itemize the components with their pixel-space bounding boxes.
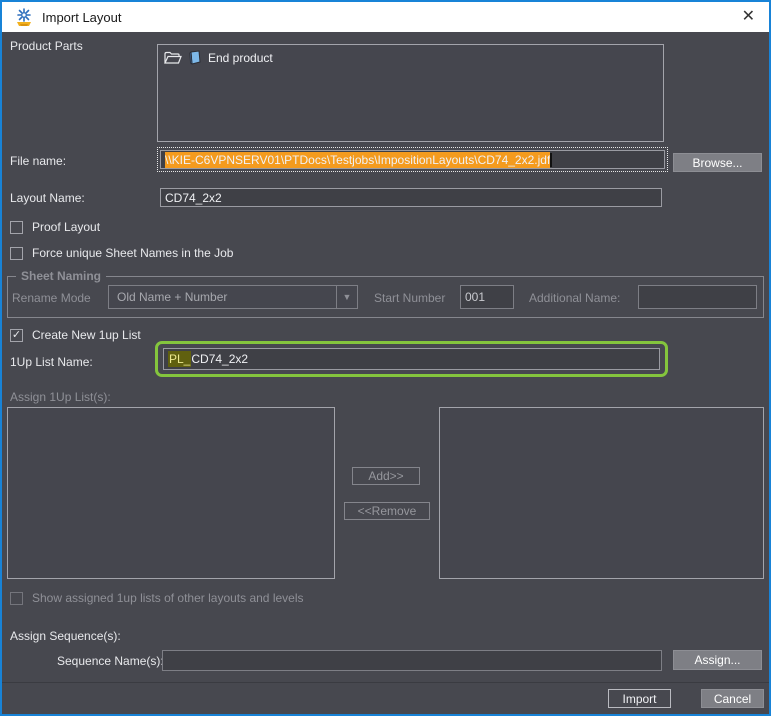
product-parts-label: Product Parts xyxy=(10,39,83,53)
assign-button[interactable]: Assign... xyxy=(673,650,762,670)
layout-name-value: CD74_2x2 xyxy=(165,191,222,205)
assigned-1up-listbox[interactable] xyxy=(439,407,764,579)
chevron-down-icon: ▼ xyxy=(336,286,357,308)
checkbox-box xyxy=(10,221,23,234)
start-number-label: Start Number xyxy=(374,291,445,305)
sequence-names-label: Sequence Name(s): xyxy=(57,654,164,668)
checkbox-box-checked: ✓ xyxy=(10,329,23,342)
close-icon[interactable]: ✕ xyxy=(742,6,755,28)
force-unique-label: Force unique Sheet Names in the Job xyxy=(32,246,233,260)
show-assigned-checkbox[interactable]: Show assigned 1up lists of other layouts… xyxy=(10,591,304,605)
create-new-1up-checkbox[interactable]: ✓ Create New 1up List xyxy=(10,328,141,342)
file-path-selected-text: \\KIE-C6VPNSERV01\PTDocs\Testjobs\Imposi… xyxy=(165,152,550,168)
product-book-icon xyxy=(188,50,202,66)
start-number-input[interactable]: 001 xyxy=(460,285,514,309)
sheet-naming-legend: Sheet Naming xyxy=(16,269,106,283)
layout-name-label: Layout Name: xyxy=(10,191,85,205)
browse-button-label: Browse... xyxy=(692,156,742,170)
checkbox-box xyxy=(10,247,23,260)
folder-open-icon xyxy=(164,51,182,65)
checkbox-box xyxy=(10,592,23,605)
rename-mode-label: Rename Mode xyxy=(12,291,91,305)
1up-name-rest: CD74_2x2 xyxy=(191,352,248,366)
1up-list-name-input[interactable]: PL_CD74_2x2 xyxy=(163,348,660,370)
available-1up-listbox[interactable] xyxy=(7,407,335,579)
proof-layout-checkbox[interactable]: Proof Layout xyxy=(10,220,100,234)
import-layout-dialog: Import Layout ✕ Product Parts End produc… xyxy=(0,0,771,716)
product-parts-list[interactable]: End product xyxy=(157,44,664,142)
titlebar: Import Layout ✕ xyxy=(2,2,769,32)
assign-sequences-label: Assign Sequence(s): xyxy=(10,629,121,643)
footer-divider xyxy=(2,682,769,683)
sequence-names-input[interactable] xyxy=(162,650,662,671)
create-new-1up-label: Create New 1up List xyxy=(32,328,141,342)
add-button[interactable]: Add>> xyxy=(352,467,420,485)
window-title: Import Layout xyxy=(42,10,122,25)
list-item[interactable]: End product xyxy=(158,45,663,71)
add-button-label: Add>> xyxy=(368,469,403,483)
import-button-label: Import xyxy=(622,692,656,706)
part-item-label: End product xyxy=(208,51,273,65)
file-name-input[interactable]: \\KIE-C6VPNSERV01\PTDocs\Testjobs\Imposi… xyxy=(160,150,665,169)
1up-name-selected-prefix: PL_ xyxy=(168,351,191,367)
start-number-value: 001 xyxy=(465,290,485,304)
proof-layout-label: Proof Layout xyxy=(32,220,100,234)
show-assigned-label: Show assigned 1up lists of other layouts… xyxy=(32,591,304,605)
layout-name-input[interactable]: CD74_2x2 xyxy=(160,188,662,207)
cancel-button[interactable]: Cancel xyxy=(701,689,764,708)
app-icon xyxy=(14,7,34,27)
additional-name-label: Additional Name: xyxy=(529,291,620,305)
cancel-button-label: Cancel xyxy=(714,692,751,706)
browse-button[interactable]: Browse... xyxy=(673,153,762,172)
remove-button[interactable]: <<Remove xyxy=(344,502,430,520)
rename-mode-dropdown[interactable]: Old Name + Number ▼ xyxy=(108,285,358,309)
file-name-label: File name: xyxy=(10,154,66,168)
text-caret xyxy=(550,153,552,167)
additional-name-input[interactable] xyxy=(638,285,757,309)
file-name-focus-ring: \\KIE-C6VPNSERV01\PTDocs\Testjobs\Imposi… xyxy=(157,147,668,172)
force-unique-checkbox[interactable]: Force unique Sheet Names in the Job xyxy=(10,246,233,260)
import-button[interactable]: Import xyxy=(608,689,671,708)
assign-1up-label: Assign 1Up List(s): xyxy=(10,390,111,404)
1up-list-name-label: 1Up List Name: xyxy=(10,355,93,369)
assign-button-label: Assign... xyxy=(694,653,740,667)
remove-button-label: <<Remove xyxy=(358,504,417,518)
dialog-body: Product Parts End product File name: \\K… xyxy=(2,32,769,714)
rename-mode-value: Old Name + Number xyxy=(109,290,336,304)
1up-list-name-highlight: PL_CD74_2x2 xyxy=(155,341,668,377)
